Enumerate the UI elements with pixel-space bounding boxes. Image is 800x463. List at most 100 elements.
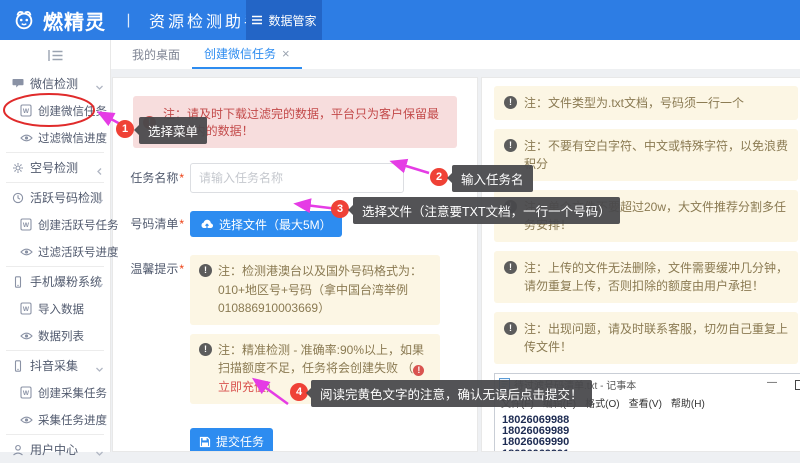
svg-text:W: W <box>23 306 30 313</box>
cloud-upload-icon <box>200 218 214 230</box>
notepad-number-list: 1802606998818026069989180260699901802606… <box>495 413 800 452</box>
tab-label: 创建微信任务 <box>204 45 276 62</box>
eye-icon <box>19 133 33 143</box>
tip-box-format: 注：检测港澳台以及国外号码格式为：010+地区号+号码（拿中国台湾举例01088… <box>190 255 440 325</box>
task-name-input[interactable] <box>190 163 404 193</box>
sidebar-item-label: 导入数据 <box>38 301 84 317</box>
eye-icon <box>19 415 33 425</box>
brand-name: 燃精灵 <box>43 6 106 35</box>
chevron-left-icon <box>95 163 104 181</box>
chevron-down-icon <box>95 361 104 379</box>
sidebar-item-label: 采集任务进度 <box>38 412 107 428</box>
annotation-step-3: 3 <box>331 200 349 218</box>
phone-number: 18026069991 <box>502 449 800 452</box>
annotation-step-1: 1 <box>116 120 134 138</box>
info-icon <box>199 343 212 356</box>
info-icon <box>504 261 517 274</box>
sidebar-divider <box>6 434 104 435</box>
chevron-down-icon <box>95 79 104 97</box>
sidebar-item-import-data[interactable]: W 导入数据 <box>0 295 110 322</box>
sidebar-divider <box>6 182 104 183</box>
sidebar-item-label: 创建微信任务 <box>38 103 107 119</box>
sidebar-item-create-wechat-task[interactable]: W 创建微信任务 <box>0 97 110 124</box>
sidebar-divider <box>6 152 104 153</box>
choose-file-button[interactable]: 选择文件（最大5M） <box>190 211 342 237</box>
recharge-link[interactable]: 立即充值 <box>218 380 266 394</box>
sidebar-item-label: 手机爆粉系统 <box>30 273 102 290</box>
required-mark: * <box>179 217 184 231</box>
sidebar-divider <box>6 266 104 267</box>
tab-bar: 我的桌面 创建微信任务 × <box>110 40 800 70</box>
app-header: 燃精灵 丨 资源检测助手 数据管家 <box>0 0 800 40</box>
sidebar-item-label: 活跃号码检测 <box>30 189 102 206</box>
sidebar-collapse-strip <box>0 40 110 70</box>
required-mark: * <box>179 171 184 185</box>
note-text: 注：不要有空白字符、中文或特殊字符，以免浪费积分 <box>524 137 788 173</box>
gear-icon <box>11 162 25 174</box>
chevron-down-icon <box>95 193 104 211</box>
chevron-down-icon <box>95 445 104 463</box>
sidebar-item-empty-number-check[interactable]: 空号检测 <box>0 154 110 181</box>
sidebar-item-label: 创建采集任务 <box>38 385 107 401</box>
svg-text:W: W <box>23 108 30 115</box>
sidebar-divider <box>6 350 104 351</box>
header-menu-label: 数据管家 <box>268 12 316 29</box>
phone-number: 18026069990 <box>502 437 800 448</box>
notepad-menu-item: 查看(V) <box>629 395 662 410</box>
tab-label: 我的桌面 <box>132 46 180 63</box>
sidebar-item-active-progress[interactable]: 过滤活跃号进度 <box>0 238 110 265</box>
tab-my-desktop[interactable]: 我的桌面 <box>120 40 192 69</box>
brand-divider: 丨 <box>121 10 136 31</box>
sidebar-item-label: 微信检测 <box>30 75 78 92</box>
submit-task-button[interactable]: 提交任务 <box>190 428 273 452</box>
tab-close-icon[interactable]: × <box>282 47 290 60</box>
collapse-sidebar-icon[interactable] <box>47 49 64 62</box>
sidebar-item-wechat-check[interactable]: 微信检测 <box>0 70 110 97</box>
annotation-tooltip-4: 阅读完黄色文字的注意，确认无误后点击提交！ <box>311 380 592 407</box>
info-icon <box>504 139 517 152</box>
sidebar-item-collect-progress[interactable]: 采集任务进度 <box>0 406 110 433</box>
hamburger-icon <box>251 15 263 25</box>
sidebar-item-label: 过滤活跃号进度 <box>38 244 119 260</box>
info-icon <box>504 322 517 335</box>
tip-text: 注：检测港澳台以及国外号码格式为：010+地区号+号码（拿中国台湾举例01088… <box>218 262 431 318</box>
sidebar-item-label: 空号检测 <box>30 159 78 176</box>
chat-icon <box>11 78 25 89</box>
sidebar-item-label: 用户中心 <box>30 441 78 458</box>
sidebar-item-douyin-collect[interactable]: 抖音采集 <box>0 352 110 379</box>
doc-icon: W <box>19 104 33 117</box>
sidebar-item-user-center[interactable]: 用户中心 <box>0 436 110 463</box>
user-icon <box>11 444 25 456</box>
info-icon <box>199 264 212 277</box>
header-menu-data-manager[interactable]: 数据管家 <box>246 0 322 40</box>
tab-create-wechat-task[interactable]: 创建微信任务 × <box>192 40 302 69</box>
sidebar-item-create-collect-task[interactable]: W 创建采集任务 <box>0 379 110 406</box>
sidebar-item-data-list[interactable]: 数据列表 <box>0 322 110 349</box>
note-box-5: 注：出现问题，请及时联系客服，切勿自己重复上传文件！ <box>494 312 798 364</box>
sidebar-item-label: 抖音采集 <box>30 357 78 374</box>
phone-icon <box>11 276 25 288</box>
svg-text:W: W <box>23 390 30 397</box>
notes-panel-list: 注：文件类型为.txt文档，号码须一行一个注：不要有空白字符、中文或特殊字符，以… <box>494 86 798 364</box>
task-name-row: 任务名称* <box>127 163 477 193</box>
task-name-label: 任务名称* <box>127 163 184 193</box>
doc-icon: W <box>19 218 33 231</box>
sidebar-item-label: 过滤微信进度 <box>38 130 107 146</box>
sidebar-menu: 微信检测 W 创建微信任务过滤微信进度空号检测活跃号码检测 W创建活跃号任务过滤活跃号… <box>0 70 110 463</box>
note-box-1: 注：文件类型为.txt文档，号码须一行一个 <box>494 86 798 120</box>
sidebar-item-wechat-progress[interactable]: 过滤微信进度 <box>0 124 110 151</box>
note-box-4: 注：上传的文件无法删除，文件需要缓冲几分钟，请勿重复上传，否则扣除的额度由用户承… <box>494 251 798 303</box>
sidebar-item-phone-fans-system[interactable]: 手机爆粉系统 <box>0 268 110 295</box>
sidebar-item-label: 数据列表 <box>38 328 84 344</box>
sidebar-item-create-active-task[interactable]: W创建活跃号任务 <box>0 211 110 238</box>
chevron-down-icon <box>95 277 104 295</box>
annotation-tooltip-2: 输入任务名 <box>452 165 533 192</box>
save-icon <box>199 436 211 448</box>
choose-file-label: 选择文件（最大5M） <box>219 216 332 233</box>
eye-icon <box>19 331 33 341</box>
sidebar-item-active-number-check[interactable]: 活跃号码检测 <box>0 184 110 211</box>
history-icon <box>11 192 25 204</box>
doc-icon: W <box>19 386 33 399</box>
note-box-2: 注：不要有空白字符、中文或特殊字符，以免浪费积分 <box>494 129 798 181</box>
svg-text:W: W <box>23 222 30 229</box>
